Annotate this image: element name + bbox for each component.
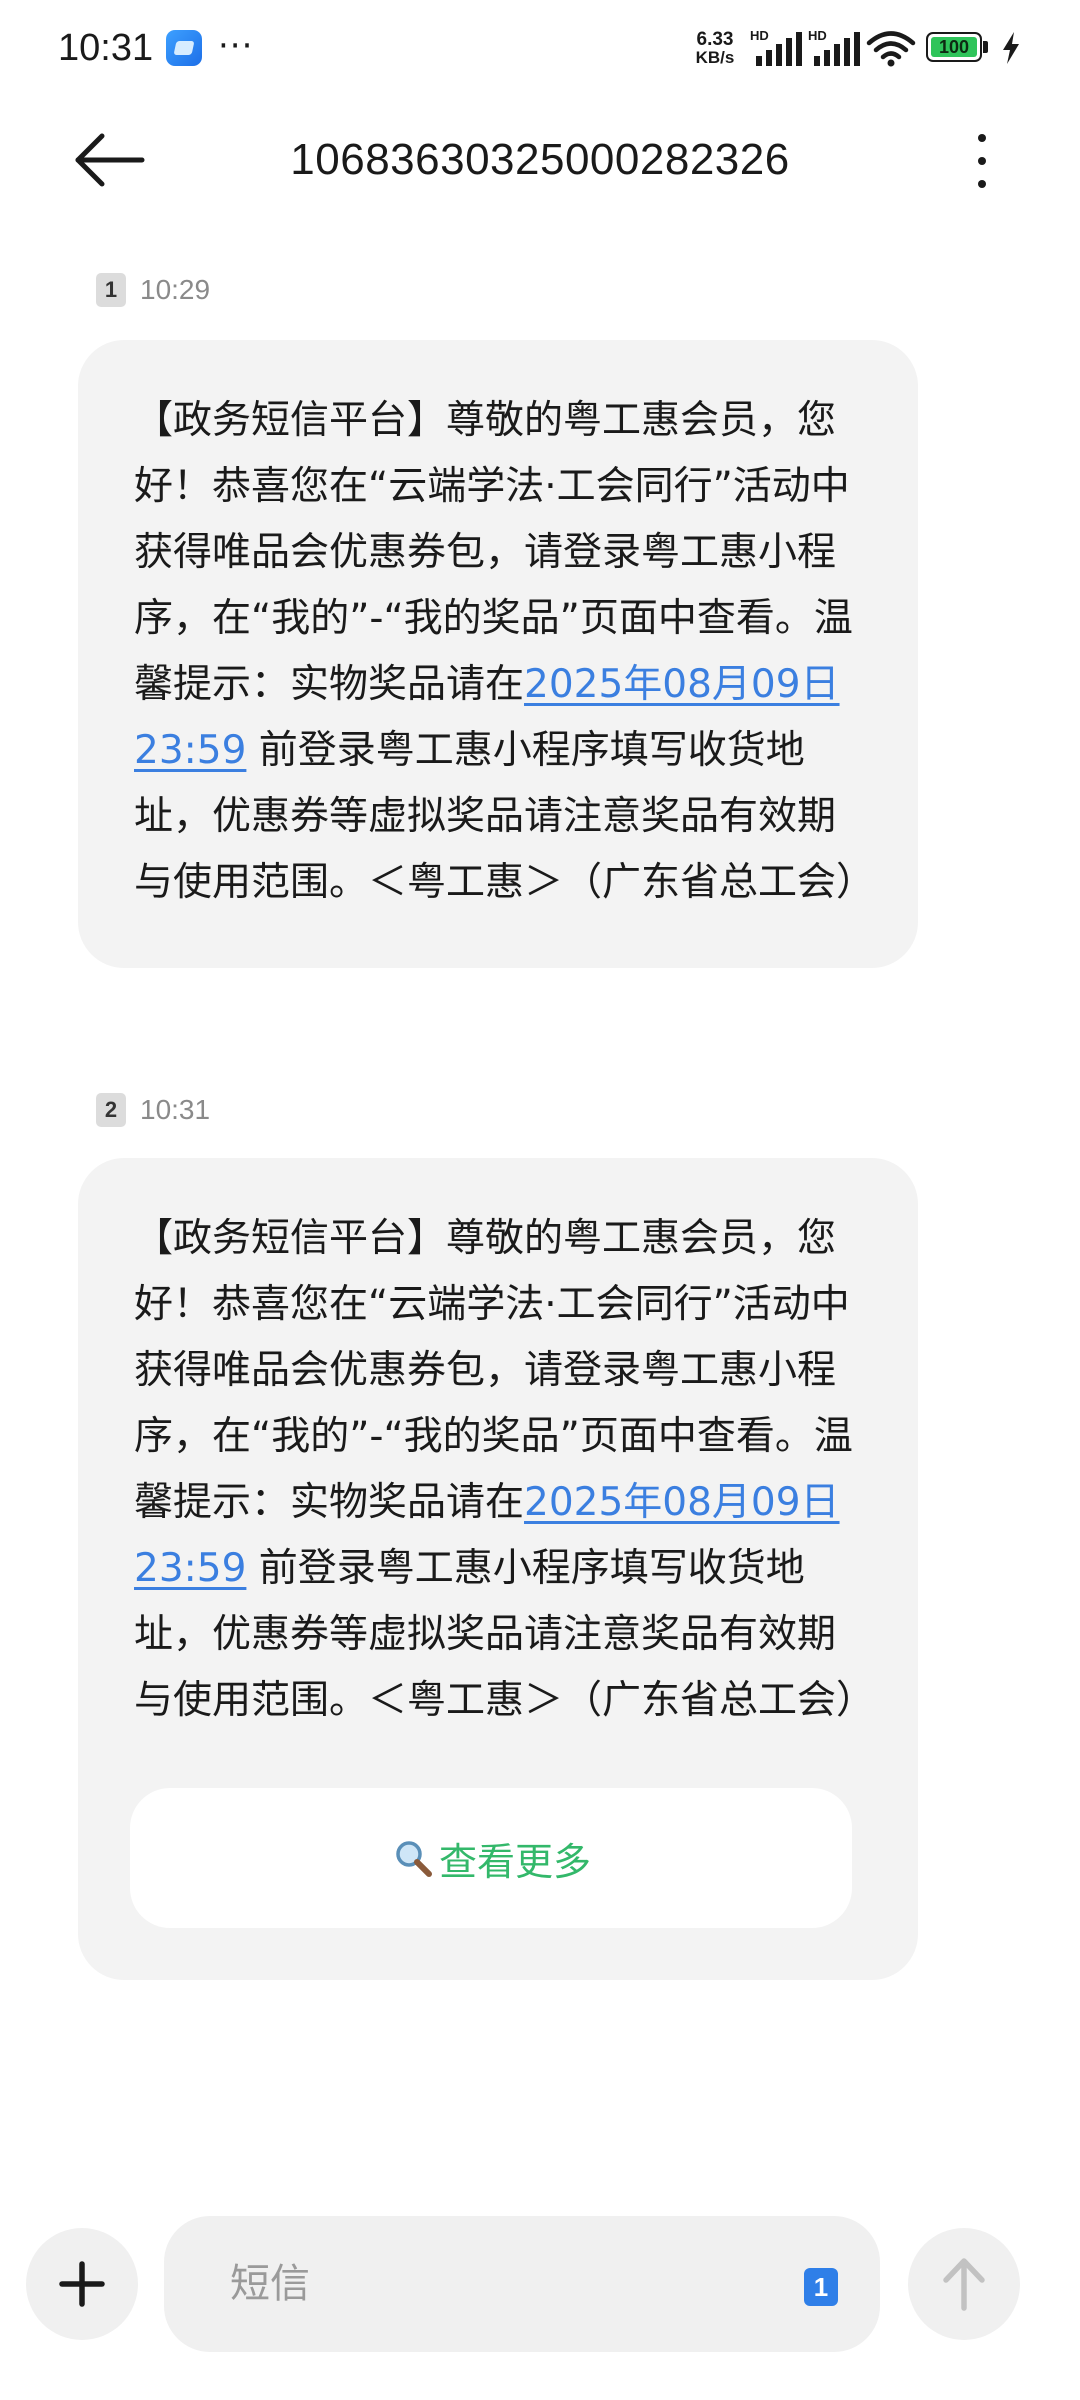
message-text: 【政务短信平台】尊敬的粤工惠会员，您好！恭喜您在“云端学法·工会同行”活动中获得… — [134, 388, 875, 916]
more-notifications-icon: ··· — [218, 26, 254, 66]
signal-hd-label: HD — [808, 28, 827, 43]
view-more-button[interactable]: 查看更多 — [130, 1788, 852, 1928]
view-more-label: 查看更多 — [438, 1839, 591, 1884]
back-arrow-icon[interactable] — [70, 124, 150, 196]
message-input[interactable]: 短信 1 — [164, 2216, 880, 2352]
conversation-header: 1068363032500028​2326 — [0, 100, 1080, 220]
message-text-part: 【政务短信平台】尊敬的粤工惠会员，您好！恭喜您在“云端学法·工会同行”活动中获得… — [134, 1216, 853, 1525]
battery-level: 100 — [931, 37, 977, 57]
battery-icon: 100 — [926, 32, 992, 64]
conversation-title: 1068363032500028​2326 — [290, 135, 790, 184]
message-time: 10:31 — [140, 1094, 211, 1125]
message-text-part: 【政务短信平台】尊敬的粤工惠会员，您好！恭喜您在“云端学法·工会同行”活动中获得… — [134, 398, 853, 707]
message-meta: 2 10:31 — [96, 1090, 210, 1130]
sim-badge: 1 — [96, 273, 126, 307]
charging-icon — [1003, 32, 1019, 64]
message-text: 【政务短信平台】尊敬的粤工惠会员，您好！恭喜您在“云端学法·工会同行”活动中获得… — [134, 1206, 875, 1734]
message-bubble[interactable]: 【政务短信平台】尊敬的粤工惠会员，您好！恭喜您在“云端学法·工会同行”活动中获得… — [78, 1158, 918, 1980]
signal-strength-icon: HD — [808, 28, 860, 66]
message-text-part: 前登录粤工惠小程序填写收货地址，优惠券等虚拟奖品请注意奖品有效期与使用范围。＜粤… — [134, 1546, 876, 1723]
network-speed: 6.33 KB/s — [690, 30, 740, 67]
more-vertical-icon[interactable] — [962, 126, 1002, 196]
add-attachment-button[interactable] — [26, 2228, 138, 2340]
network-speed-unit: KB/s — [695, 48, 735, 67]
message-text-part: 前登录粤工惠小程序填写收货地址，优惠券等虚拟奖品请注意奖品有效期与使用范围。＜粤… — [134, 728, 876, 905]
status-time: 10:31 — [58, 27, 154, 69]
app-notification-icon — [166, 30, 202, 66]
message-bubble[interactable]: 【政务短信平台】尊敬的粤工惠会员，您好！恭喜您在“云端学法·工会同行”活动中获得… — [78, 340, 918, 968]
send-arrow-icon[interactable] — [908, 2228, 1020, 2340]
sim-selector[interactable]: 1 — [804, 2268, 838, 2306]
message-time: 10:29 — [140, 274, 211, 305]
signal-hd-label: HD — [750, 28, 769, 43]
message-meta: 1 10:29 — [96, 270, 210, 310]
compose-bar: 短信 1 — [0, 2210, 1080, 2360]
network-speed-value: 6.33 — [696, 29, 734, 50]
search-icon — [396, 1841, 432, 1877]
status-bar: 10:31 ··· 6.33 KB/s HD HD 100 — [0, 0, 1080, 96]
message-input-placeholder: 短信 — [230, 2261, 310, 2307]
sim-badge: 2 — [96, 1093, 126, 1127]
signal-strength-icon: HD — [750, 28, 802, 66]
wifi-icon — [866, 31, 916, 67]
